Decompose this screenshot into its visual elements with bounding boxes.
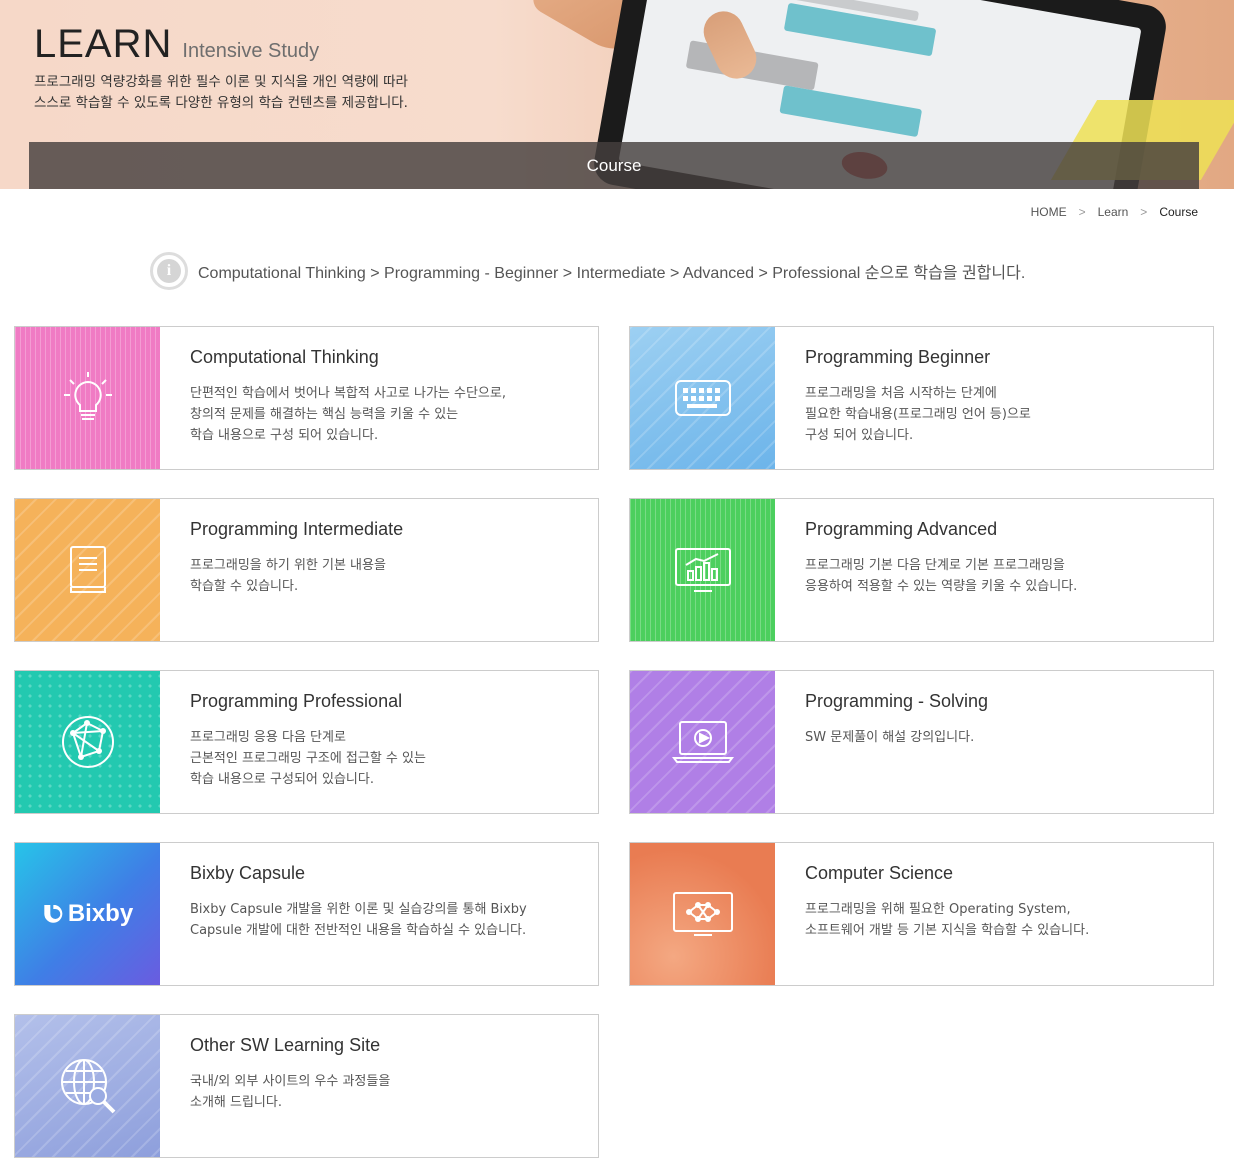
course-thumbnail	[15, 671, 160, 813]
learning-order-notice: i Computational Thinking > Programming -…	[150, 252, 1025, 290]
course-title[interactable]: Computational Thinking	[190, 347, 379, 368]
course-description: 프로그래밍 응용 다음 단계로 근본적인 프로그래밍 구조에 접근할 수 있는 …	[190, 730, 426, 787]
course-description: 국내/외 외부 사이트의 우수 과정들을 소개해 드립니다.	[190, 1074, 391, 1110]
breadcrumb-learn[interactable]: Learn	[1098, 205, 1129, 219]
course-description: 프로그래밍을 처음 시작하는 단계에 필요한 학습내용(프로그래밍 언어 등)으…	[805, 386, 1031, 443]
page-title: LEARN	[34, 22, 173, 66]
course-title[interactable]: Programming Intermediate	[190, 519, 403, 540]
course-thumbnail	[630, 843, 775, 985]
network-monitor-icon	[672, 892, 733, 936]
book-icon	[69, 546, 106, 593]
course-title[interactable]: Programming Professional	[190, 691, 402, 712]
page-banner: LEARN Intensive Study 프로그래밍 역량강화를 위한 필수 …	[0, 0, 1234, 189]
course-thumbnail	[15, 1015, 160, 1157]
course-title[interactable]: Programming Beginner	[805, 347, 990, 368]
course-tab-bar[interactable]: Course	[29, 142, 1199, 189]
course-description: 프로그래밍 기본 다음 단계로 기본 프로그래밍을 응용하여 적용할 수 있는 …	[805, 558, 1078, 594]
chevron-right-icon: >	[1078, 205, 1086, 219]
laptop-play-icon	[671, 721, 734, 763]
course-title[interactable]: Computer Science	[805, 863, 953, 884]
banner-desc-line: 프로그래밍 역량강화를 위한 필수 이론 및 지식을 개인 역량에 따라	[34, 74, 408, 90]
breadcrumb: HOME > Learn > Course	[1031, 205, 1198, 219]
banner-description: 프로그래밍 역량강화를 위한 필수 이론 및 지식을 개인 역량에 따라 스스로…	[34, 72, 408, 114]
course-card-computational-thinking[interactable]: Computational Thinking 단편적인 학습에서 벗어나 복합적…	[14, 326, 599, 470]
course-title[interactable]: Programming Advanced	[805, 519, 997, 540]
course-thumbnail	[15, 327, 160, 469]
course-thumbnail: Bixby	[15, 843, 160, 985]
info-icon: i	[150, 252, 188, 290]
course-card-computer-science[interactable]: Computer Science 프로그래밍을 위해 필요한 Operating…	[629, 842, 1214, 986]
course-card-programming-advanced[interactable]: Programming Advanced 프로그래밍 기본 다음 단계로 기본 …	[629, 498, 1214, 642]
course-description: 프로그래밍을 하기 위한 기본 내용을 학습할 수 있습니다.	[190, 558, 386, 594]
network-globe-icon	[61, 716, 114, 768]
lightbulb-icon	[63, 372, 112, 420]
course-card-other-sw-learning-site[interactable]: Other SW Learning Site 국내/외 외부 사이트의 우수 과…	[14, 1014, 599, 1158]
course-title[interactable]: Programming - Solving	[805, 691, 988, 712]
course-thumbnail	[630, 499, 775, 641]
bixby-logo: Bixby	[42, 900, 133, 928]
chart-monitor-icon	[674, 548, 731, 592]
course-thumbnail	[630, 327, 775, 469]
notice-text: Computational Thinking > Programming - B…	[198, 265, 1026, 282]
course-title[interactable]: Other SW Learning Site	[190, 1035, 380, 1056]
globe-search-icon	[60, 1059, 115, 1114]
banner-desc-line: 스스로 학습할 수 있도록 다양한 유형의 학습 컨텐츠를 제공합니다.	[34, 95, 408, 111]
course-card-bixby-capsule[interactable]: Bixby Bixby Capsule Bixby Capsule 개발을 위한…	[14, 842, 599, 986]
course-card-programming-intermediate[interactable]: Programming Intermediate 프로그래밍을 하기 위한 기본…	[14, 498, 599, 642]
keyboard-icon	[674, 380, 731, 416]
breadcrumb-current: Course	[1159, 205, 1198, 219]
breadcrumb-home[interactable]: HOME	[1031, 205, 1067, 219]
banner-title: LEARN Intensive Study	[34, 22, 319, 67]
course-description: SW 문제풀이 해설 강의입니다.	[805, 730, 975, 745]
page-subtitle: Intensive Study	[182, 40, 320, 62]
course-card-programming-solving[interactable]: Programming - Solving SW 문제풀이 해설 강의입니다.	[629, 670, 1214, 814]
course-thumbnail	[630, 671, 775, 813]
course-title[interactable]: Bixby Capsule	[190, 863, 305, 884]
course-description: Bixby Capsule 개발을 위한 이론 및 실습강의를 통해 Bixby…	[190, 902, 527, 938]
bixby-b-icon	[43, 905, 62, 923]
course-description: 단편적인 학습에서 벗어나 복합적 사고로 나가는 수단으로, 창의적 문제를 …	[190, 386, 506, 443]
course-card-programming-beginner[interactable]: Programming Beginner 프로그래밍을 처음 시작하는 단계에 …	[629, 326, 1214, 470]
course-card-programming-professional[interactable]: Programming Professional 프로그래밍 응용 다음 단계로…	[14, 670, 599, 814]
chevron-right-icon: >	[1140, 205, 1148, 219]
bixby-logo-text: Bixby	[67, 900, 134, 927]
course-description: 프로그래밍을 위해 필요한 Operating System, 소프트웨어 개발…	[805, 902, 1090, 938]
course-thumbnail	[15, 499, 160, 641]
